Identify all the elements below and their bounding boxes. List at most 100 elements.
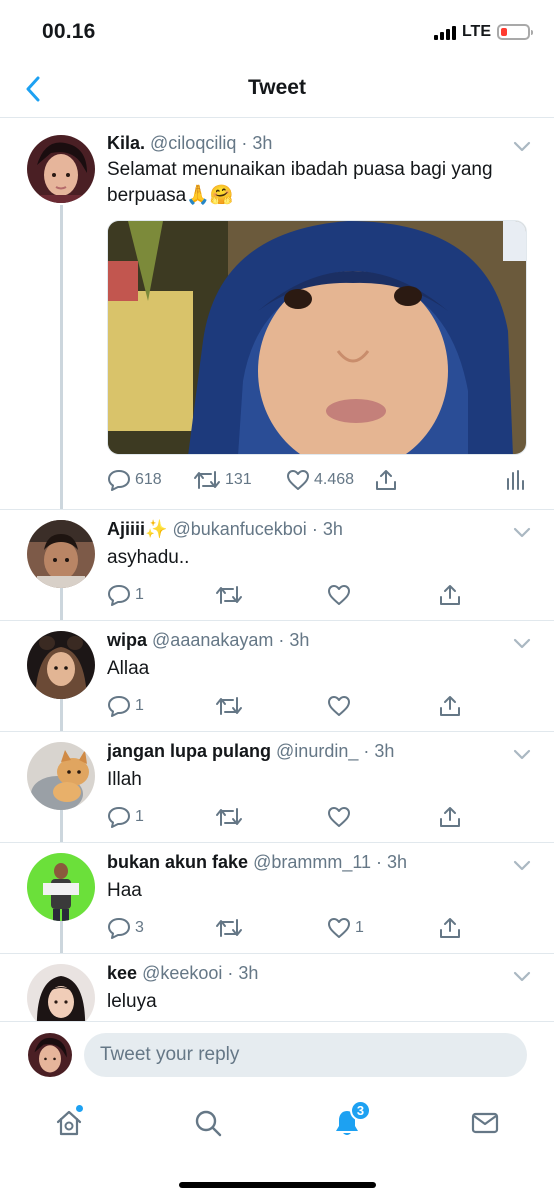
user-handle[interactable]: @aaanakayam bbox=[152, 630, 273, 650]
heart-icon bbox=[287, 470, 309, 490]
retweet-button[interactable] bbox=[215, 805, 247, 829]
retweet-button[interactable] bbox=[215, 583, 247, 607]
search-icon bbox=[195, 1110, 222, 1137]
analytics-button[interactable] bbox=[505, 468, 525, 492]
reply-count: 618 bbox=[135, 471, 162, 488]
mail-icon bbox=[471, 1112, 499, 1134]
tweet-header: Kila. @ciloqciliq · 3h bbox=[107, 133, 273, 153]
like-button[interactable]: 4.468 bbox=[286, 468, 354, 492]
notification-badge: 3 bbox=[350, 1100, 371, 1121]
main-tweet[interactable]: Kila. @ciloqciliq · 3h Selamat menunaika… bbox=[0, 119, 554, 509]
display-name[interactable]: jangan lupa pulang bbox=[107, 741, 271, 761]
like-count: 4.468 bbox=[314, 471, 355, 488]
reply-button[interactable]: 618 bbox=[107, 468, 162, 492]
status-bar: 00.16 LTE bbox=[0, 0, 554, 64]
user-handle[interactable]: @brammm_11 bbox=[253, 852, 371, 872]
reply-button[interactable]: 3 bbox=[107, 916, 144, 940]
retweet-icon bbox=[216, 919, 242, 937]
retweet-button[interactable] bbox=[215, 916, 247, 940]
retweet-icon bbox=[216, 697, 242, 715]
user-handle[interactable]: @inurdin_ bbox=[276, 741, 358, 761]
reply-input[interactable] bbox=[84, 1033, 527, 1077]
share-button[interactable] bbox=[438, 583, 462, 607]
tweet-photo[interactable] bbox=[107, 220, 527, 455]
reply-tweet[interactable]: kee @keekooi · 3h leluya bbox=[0, 953, 554, 1021]
reply-tweet[interactable]: Ajiiii✨ @bukanfucekboi · 3h asyhadu.. 1 bbox=[0, 509, 554, 620]
retweet-button[interactable]: 131 bbox=[193, 468, 252, 492]
chevron-down-icon[interactable] bbox=[512, 526, 532, 540]
tab-messages[interactable] bbox=[463, 1101, 507, 1145]
like-button[interactable] bbox=[327, 583, 355, 607]
chevron-down-icon[interactable] bbox=[512, 140, 532, 154]
notification-dot bbox=[76, 1105, 83, 1112]
chevron-down-icon[interactable] bbox=[512, 970, 532, 984]
tweet-time: 3h bbox=[387, 852, 408, 872]
tweet-text: Allaa bbox=[107, 658, 150, 679]
navigation-bar: Tweet bbox=[0, 64, 554, 118]
display-name[interactable]: Ajiiii✨ bbox=[107, 519, 167, 539]
display-name[interactable]: wipa bbox=[107, 630, 147, 650]
tweet-header: wipa @aaanakayam · 3h bbox=[107, 630, 310, 650]
user-handle[interactable]: @keekooi bbox=[142, 963, 222, 983]
share-button[interactable] bbox=[438, 916, 462, 940]
tab-notifications[interactable]: 3 bbox=[325, 1100, 371, 1145]
retweet-icon bbox=[216, 808, 242, 826]
avatar[interactable] bbox=[27, 520, 95, 588]
like-button[interactable] bbox=[327, 805, 355, 829]
tweet-text: asyhadu.. bbox=[107, 547, 190, 568]
tweet-actions: 3 1 bbox=[107, 916, 467, 940]
avatar[interactable] bbox=[27, 135, 95, 203]
reply-button[interactable]: 1 bbox=[107, 583, 144, 607]
tweet-header: bukan akun fake @brammm_11 · 3h bbox=[107, 852, 408, 872]
user-handle[interactable]: @bukanfucekboi bbox=[172, 519, 306, 539]
tweet-text: Illah bbox=[107, 769, 142, 790]
status-time: 00.16 bbox=[42, 20, 96, 43]
avatar[interactable] bbox=[27, 964, 95, 1021]
reply-composer bbox=[0, 1021, 554, 1087]
share-button[interactable] bbox=[438, 805, 462, 829]
reply-tweet[interactable]: bukan akun fake @brammm_11 · 3h Haa 3 1 bbox=[0, 842, 554, 953]
reply-count: 1 bbox=[135, 586, 144, 603]
reply-button[interactable]: 1 bbox=[107, 694, 144, 718]
heart-icon bbox=[328, 696, 350, 716]
tweet-thread[interactable]: Kila. @ciloqciliq · 3h Selamat menunaika… bbox=[0, 119, 554, 1021]
tweet-text: leluya bbox=[107, 991, 157, 1012]
tab-home[interactable] bbox=[47, 1101, 91, 1145]
reply-icon bbox=[108, 807, 130, 828]
share-button[interactable] bbox=[438, 694, 462, 718]
status-indicators: LTE bbox=[433, 22, 533, 42]
heart-icon bbox=[328, 807, 350, 827]
like-count: 1 bbox=[355, 919, 364, 936]
tweet-actions: 618 131 4.468 bbox=[107, 468, 527, 492]
user-handle[interactable]: @ciloqciliq bbox=[150, 133, 236, 153]
display-name[interactable]: kee bbox=[107, 963, 137, 983]
display-name[interactable]: bukan akun fake bbox=[107, 852, 248, 872]
avatar[interactable] bbox=[27, 631, 95, 699]
reply-button[interactable]: 1 bbox=[107, 805, 144, 829]
chevron-down-icon[interactable] bbox=[512, 859, 532, 873]
reply-tweet[interactable]: jangan lupa pulang @inurdin_ · 3h Illah … bbox=[0, 731, 554, 842]
reply-count: 1 bbox=[135, 697, 144, 714]
tweet-text: Haa bbox=[107, 880, 142, 901]
share-icon bbox=[440, 696, 460, 716]
retweet-button[interactable] bbox=[215, 694, 247, 718]
share-button[interactable] bbox=[374, 468, 398, 492]
home-icon bbox=[56, 1110, 82, 1136]
battery-icon bbox=[497, 24, 533, 40]
heart-icon bbox=[328, 585, 350, 605]
chevron-down-icon[interactable] bbox=[512, 748, 532, 762]
my-avatar[interactable] bbox=[28, 1033, 72, 1077]
home-indicator bbox=[179, 1182, 376, 1188]
like-button[interactable]: 1 bbox=[327, 916, 364, 940]
share-icon bbox=[376, 470, 396, 490]
display-name[interactable]: Kila. bbox=[107, 133, 145, 153]
avatar[interactable] bbox=[27, 742, 95, 810]
like-button[interactable] bbox=[327, 694, 355, 718]
avatar[interactable] bbox=[27, 853, 95, 921]
reply-tweet[interactable]: wipa @aaanakayam · 3h Allaa 1 bbox=[0, 620, 554, 731]
chevron-down-icon[interactable] bbox=[512, 637, 532, 651]
heart-icon bbox=[328, 918, 350, 938]
tab-bar: 3 bbox=[0, 1087, 554, 1200]
share-icon bbox=[440, 585, 460, 605]
tab-search[interactable] bbox=[186, 1101, 230, 1145]
